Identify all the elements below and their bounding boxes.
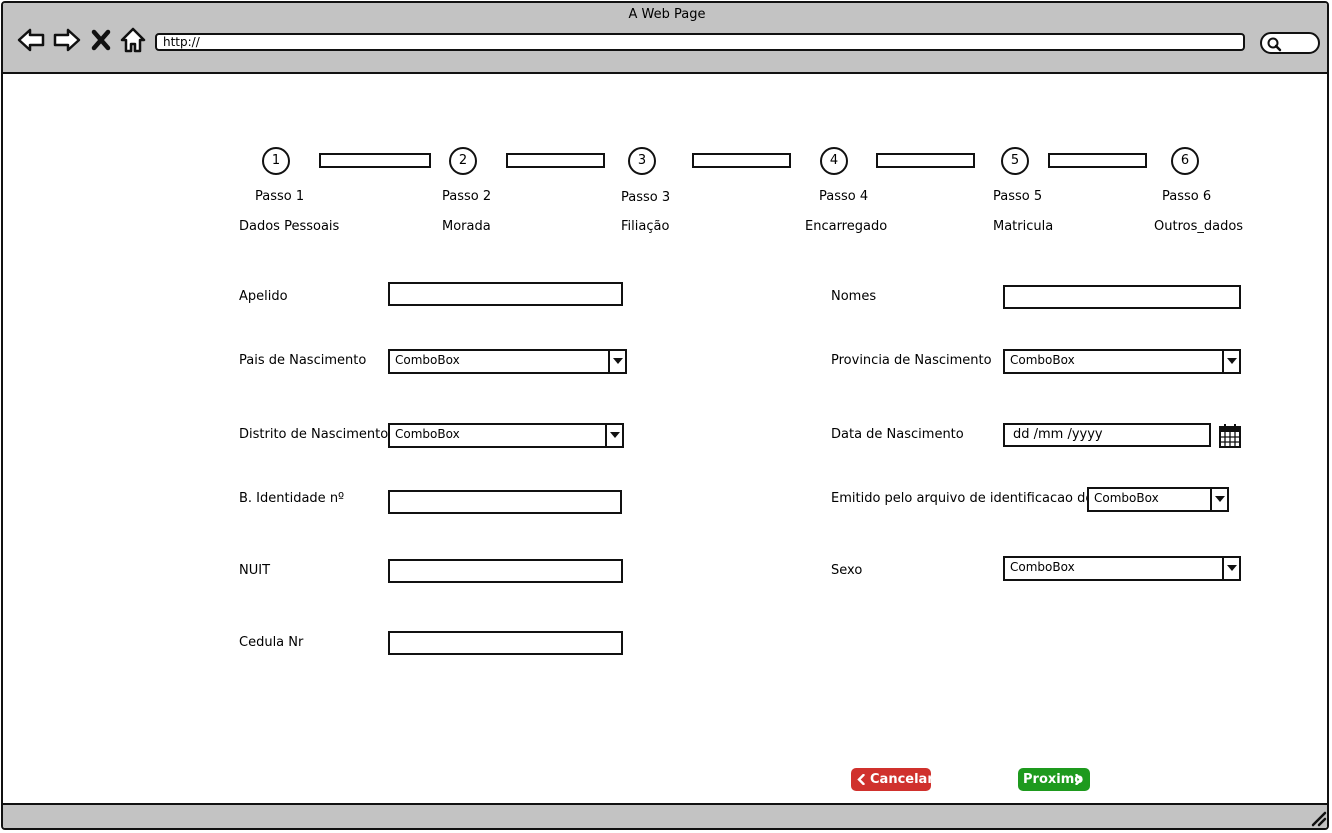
browser-search-box[interactable]	[1260, 32, 1320, 54]
step-4-label: Passo 4	[819, 189, 869, 204]
sexo-select[interactable]: ComboBox	[1003, 556, 1241, 581]
provincia-nascimento-label: Provincia de Nascimento	[831, 353, 992, 368]
home-icon[interactable]	[118, 25, 148, 55]
pais-nascimento-label: Pais de Nascimento	[239, 353, 367, 368]
browser-window: A Web Page http:// 1 2 3 4 5 6 Passo 1 P…	[1, 1, 1329, 830]
step-connector	[876, 153, 975, 168]
chevron-down-icon[interactable]	[1210, 489, 1227, 510]
step-3-circle[interactable]: 3	[628, 147, 656, 175]
nuit-label: NUIT	[239, 563, 271, 578]
step-6-label: Passo 6	[1162, 189, 1212, 204]
step-connector	[506, 153, 605, 168]
step-1-name: Dados Pessoais	[239, 219, 340, 234]
step-2-label: Passo 2	[442, 189, 492, 204]
step-5-name: Matricula	[993, 219, 1054, 234]
cancel-button[interactable]: Cancelar	[851, 768, 934, 791]
window-title: A Web Page	[628, 7, 706, 22]
step-5-label: Passo 5	[993, 189, 1043, 204]
step-4-circle[interactable]: 4	[820, 147, 848, 175]
distrito-nascimento-select[interactable]: ComboBox	[388, 423, 624, 448]
sexo-label: Sexo	[831, 563, 863, 578]
apelido-input[interactable]	[388, 282, 623, 306]
sexo-value: ComboBox	[1010, 560, 1075, 574]
status-bar	[3, 803, 1327, 828]
step-connector	[319, 153, 431, 168]
chevron-right-icon	[1075, 774, 1083, 785]
cedula-input[interactable]	[388, 631, 623, 655]
pais-nascimento-select[interactable]: ComboBox	[388, 349, 627, 374]
close-icon[interactable]	[89, 25, 113, 55]
emitido-label: Emitido pelo arquivo de identificacao de	[831, 491, 1094, 506]
distrito-nascimento-value: ComboBox	[395, 427, 460, 441]
step-2-circle[interactable]: 2	[449, 147, 477, 175]
chevron-down-icon[interactable]	[605, 425, 622, 446]
chevron-down-icon[interactable]	[1222, 351, 1239, 372]
apelido-label: Apelido	[239, 289, 288, 304]
search-icon	[1267, 37, 1282, 52]
step-6-name: Outros_dados	[1154, 219, 1244, 234]
browser-toolbar: A Web Page http://	[3, 3, 1327, 74]
step-connector	[692, 153, 791, 168]
nomes-label: Nomes	[831, 289, 877, 304]
emitido-select[interactable]: ComboBox	[1087, 487, 1229, 512]
chevron-down-icon[interactable]	[1222, 558, 1239, 579]
distrito-nascimento-label: Distrito de Nascimento	[239, 427, 389, 442]
step-3-name: Filiação	[621, 219, 670, 234]
nomes-input[interactable]	[1003, 285, 1241, 309]
pais-nascimento-value: ComboBox	[395, 353, 460, 367]
forward-arrow-icon[interactable]	[52, 25, 82, 55]
chevron-left-icon	[857, 774, 865, 785]
step-3-label: Passo 3	[621, 190, 671, 205]
url-input[interactable]: http://	[155, 33, 1245, 51]
cedula-label: Cedula Nr	[239, 635, 304, 650]
bi-input[interactable]	[388, 490, 622, 514]
step-4-name: Encarregado	[805, 219, 888, 234]
step-1-label: Passo 1	[255, 189, 305, 204]
chevron-down-icon[interactable]	[608, 351, 625, 372]
step-5-circle[interactable]: 5	[1001, 147, 1029, 175]
step-1-circle[interactable]: 1	[262, 147, 290, 175]
cancel-button-label: Cancelar	[870, 772, 934, 787]
back-arrow-icon[interactable]	[16, 25, 46, 55]
step-2-name: Morada	[442, 219, 491, 234]
next-button[interactable]: Proximo	[1018, 768, 1090, 791]
bi-label: B. Identidade nº	[239, 491, 345, 506]
provincia-nascimento-select[interactable]: ComboBox	[1003, 349, 1241, 374]
step-connector	[1048, 153, 1147, 168]
calendar-icon[interactable]	[1218, 423, 1242, 449]
nuit-input[interactable]	[388, 559, 623, 583]
data-nascimento-label: Data de Nascimento	[831, 427, 964, 442]
resize-handle-icon[interactable]	[1309, 809, 1327, 827]
data-nascimento-input[interactable]: dd /mm /yyyy	[1003, 423, 1211, 447]
emitido-value: ComboBox	[1094, 491, 1159, 505]
step-6-circle[interactable]: 6	[1171, 147, 1199, 175]
provincia-nascimento-value: ComboBox	[1010, 353, 1075, 367]
